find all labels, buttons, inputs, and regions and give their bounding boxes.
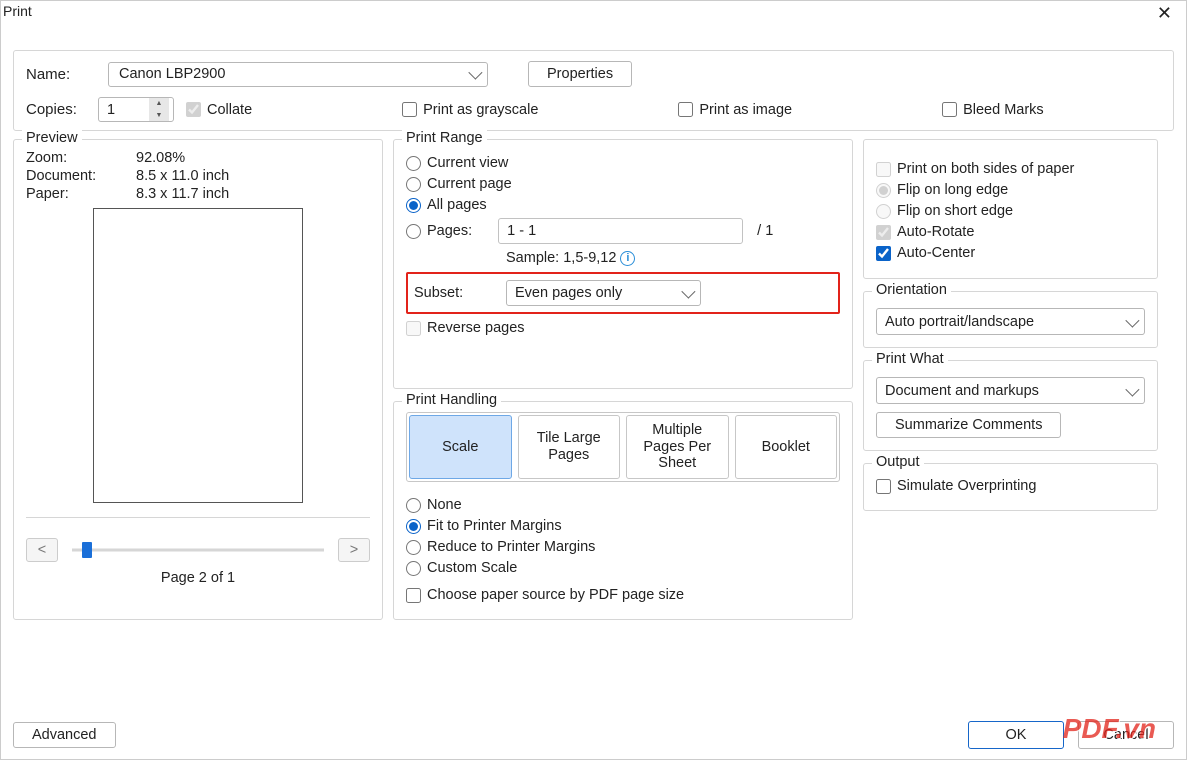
pages-radio[interactable]: [406, 224, 421, 239]
simulate-overprinting-checkbox[interactable]: Simulate Overprinting: [876, 478, 1036, 494]
flip-long-radio: Flip on long edge: [876, 182, 1145, 198]
page-indicator: Page 2 of 1: [26, 570, 370, 586]
pages-label: Pages:: [427, 223, 472, 239]
spin-up-icon[interactable]: ▲: [149, 98, 169, 110]
both-sides-checkbox: Print on both sides of paper: [876, 161, 1145, 177]
print-as-image-checkbox[interactable]: Print as image: [678, 102, 792, 118]
output-legend: Output: [872, 454, 924, 470]
printer-select[interactable]: Canon LBP2900: [108, 62, 488, 87]
orientation-value: Auto portrait/landscape: [885, 314, 1034, 330]
chevron-down-icon: [681, 285, 695, 299]
print-what-select[interactable]: Document and markups: [876, 377, 1145, 404]
subset-value: Even pages only: [515, 285, 622, 301]
sample-text: Sample: 1,5-9,12: [506, 250, 616, 266]
pages-total: / 1: [757, 223, 773, 239]
tab-scale[interactable]: Scale: [409, 415, 512, 479]
zoom-label: Zoom:: [26, 150, 136, 166]
paper-label: Paper:: [26, 186, 136, 202]
grayscale-checkbox[interactable]: Print as grayscale: [402, 102, 538, 118]
choose-paper-source-checkbox[interactable]: Choose paper source by PDF page size: [406, 587, 684, 603]
scale-none-radio[interactable]: None: [406, 497, 840, 513]
orientation-legend: Orientation: [872, 282, 951, 298]
printer-select-value: Canon LBP2900: [119, 66, 225, 82]
tab-booklet[interactable]: Booklet: [735, 415, 838, 479]
ok-button[interactable]: OK: [968, 721, 1064, 749]
print-range-panel: Print Range Current view Current page Al…: [393, 139, 853, 389]
print-what-value: Document and markups: [885, 383, 1039, 399]
advanced-button[interactable]: Advanced: [13, 722, 116, 748]
preview-legend: Preview: [22, 130, 82, 146]
spin-down-icon[interactable]: ▼: [149, 110, 169, 122]
auto-rotate-checkbox: Auto-Rotate: [876, 224, 1145, 240]
zoom-value: 92.08%: [136, 150, 185, 166]
flip-short-radio: Flip on short edge: [876, 203, 1145, 219]
preview-page: [93, 208, 303, 503]
pages-input[interactable]: [498, 218, 743, 244]
output-panel: Output Simulate Overprinting: [863, 463, 1158, 511]
subset-highlight: Subset: Even pages only: [406, 272, 840, 314]
print-range-legend: Print Range: [402, 130, 487, 146]
scale-custom-radio[interactable]: Custom Scale: [406, 560, 840, 576]
copies-input[interactable]: [99, 102, 149, 118]
printer-panel: Name: Canon LBP2900 Properties Copies: ▲…: [13, 50, 1174, 131]
scale-fit-radio[interactable]: Fit to Printer Margins: [406, 518, 840, 534]
window-title: Print: [3, 3, 32, 19]
bleed-marks-checkbox[interactable]: Bleed Marks: [942, 102, 1044, 118]
chevron-down-icon: [468, 66, 482, 80]
properties-button[interactable]: Properties: [528, 61, 632, 87]
all-pages-radio[interactable]: All pages: [406, 197, 840, 213]
tab-tile[interactable]: Tile Large Pages: [518, 415, 621, 479]
document-label: Document:: [26, 168, 136, 184]
chevron-down-icon: [1125, 313, 1139, 327]
name-label: Name:: [26, 66, 98, 83]
auto-center-checkbox[interactable]: Auto-Center: [876, 245, 1145, 261]
preview-panel: Preview Zoom:92.08% Document:8.5 x 11.0 …: [13, 139, 383, 620]
print-handling-legend: Print Handling: [402, 392, 501, 408]
document-value: 8.5 x 11.0 inch: [136, 168, 229, 184]
print-what-panel: Print What Document and markups Summariz…: [863, 360, 1158, 451]
close-icon[interactable]: ✕: [1151, 3, 1178, 24]
print-what-legend: Print What: [872, 351, 948, 367]
next-page-button[interactable]: >: [338, 538, 370, 562]
orientation-panel: Orientation Auto portrait/landscape: [863, 291, 1158, 348]
cancel-button[interactable]: Cancel: [1078, 721, 1174, 749]
current-page-radio[interactable]: Current page: [406, 176, 840, 192]
subset-select[interactable]: Even pages only: [506, 280, 701, 306]
tab-multiple[interactable]: Multiple Pages Per Sheet: [626, 415, 729, 479]
reverse-pages-checkbox: Reverse pages: [406, 320, 525, 336]
prev-page-button[interactable]: <: [26, 538, 58, 562]
current-view-radio[interactable]: Current view: [406, 155, 840, 171]
copies-stepper[interactable]: ▲▼: [98, 97, 174, 122]
collate-checkbox: Collate: [186, 102, 252, 118]
print-handling-panel: Print Handling Scale Tile Large Pages Mu…: [393, 401, 853, 620]
orientation-select[interactable]: Auto portrait/landscape: [876, 308, 1145, 335]
scale-reduce-radio[interactable]: Reduce to Printer Margins: [406, 539, 840, 555]
page-slider[interactable]: [72, 538, 324, 562]
duplex-panel: Print on both sides of paper Flip on lon…: [863, 139, 1158, 279]
chevron-down-icon: [1125, 382, 1139, 396]
summarize-comments-button[interactable]: Summarize Comments: [876, 412, 1061, 438]
info-icon[interactable]: i: [620, 251, 635, 266]
copies-label: Copies:: [26, 101, 98, 118]
paper-value: 8.3 x 11.7 inch: [136, 186, 229, 202]
subset-label: Subset:: [414, 285, 494, 301]
